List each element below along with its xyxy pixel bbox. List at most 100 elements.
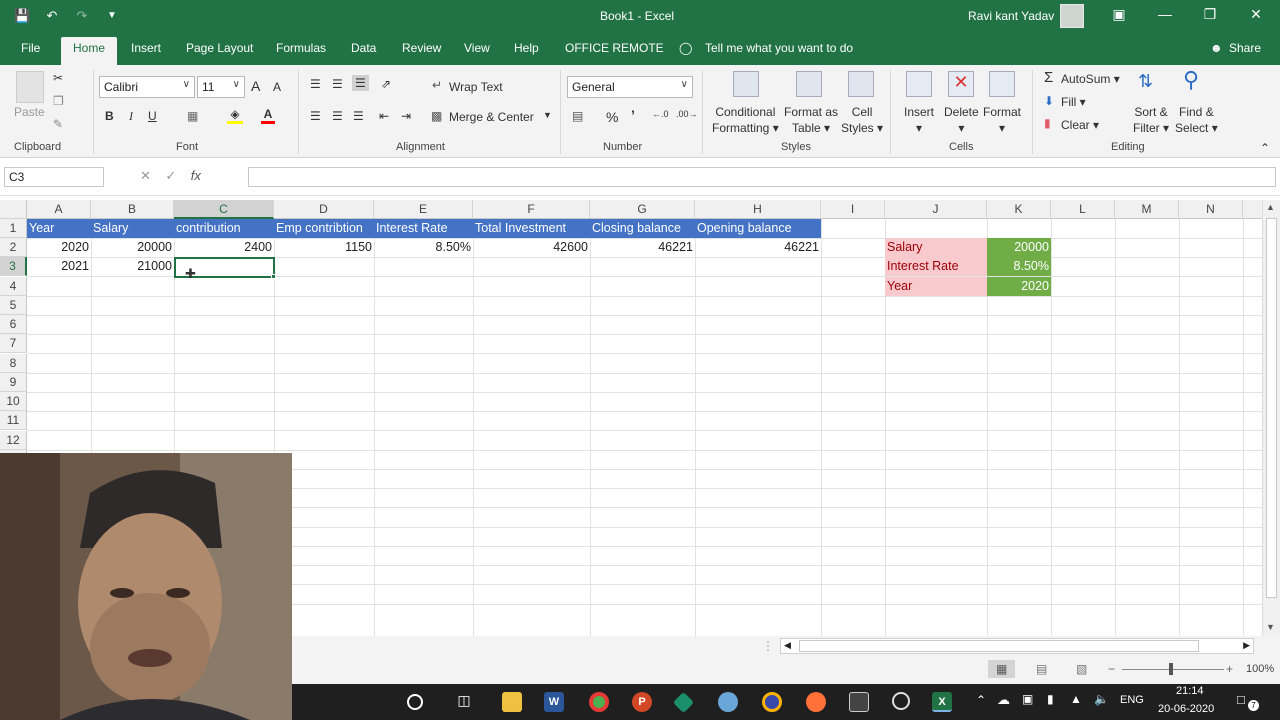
tab-help[interactable]: Help [514, 41, 539, 55]
network-icon[interactable]: ▣ [1022, 692, 1033, 706]
number-format-select[interactable]: General ∨ [567, 76, 693, 98]
row-header[interactable]: 10 [0, 392, 27, 411]
clock-time[interactable]: 21:14 [1176, 685, 1204, 697]
bottom-align-icon[interactable]: ☰ [352, 75, 369, 91]
decrease-decimal-icon[interactable]: .00→ [676, 109, 698, 119]
fill-handle[interactable] [271, 274, 276, 279]
share-button[interactable]: Share [1229, 41, 1261, 55]
increase-indent-icon[interactable]: ⇥ [401, 109, 411, 123]
avatar[interactable] [1060, 4, 1084, 28]
customize-qat-icon[interactable]: ▼ [104, 8, 120, 24]
cell-f1[interactable]: Total Investment [473, 219, 590, 238]
row-header[interactable]: 2 [0, 238, 27, 257]
cell-h1[interactable]: Opening balance [695, 219, 821, 238]
page-layout-view-icon[interactable]: ▤ [1036, 662, 1047, 676]
right-align-icon[interactable]: ☰ [353, 109, 364, 123]
undo-icon[interactable]: ↶ [44, 8, 60, 24]
cell-j4[interactable]: Year [885, 277, 987, 296]
cut-icon[interactable]: ✂ [53, 71, 63, 85]
app-icon[interactable] [672, 691, 695, 714]
hscroll-thumb[interactable] [799, 640, 1199, 652]
user-name[interactable]: Ravi kant Yadav [968, 9, 1054, 23]
name-box[interactable]: C3 [4, 167, 104, 187]
cell-j3[interactable]: Interest Rate [885, 257, 987, 276]
cell-g2[interactable]: 46221 [590, 238, 695, 257]
enter-icon[interactable]: ✓ [165, 168, 176, 183]
row-header[interactable]: 3 [0, 257, 27, 276]
decrease-indent-icon[interactable]: ⇤ [379, 109, 389, 123]
save-icon[interactable]: 💾 [14, 8, 30, 24]
middle-align-icon[interactable]: ☰ [332, 77, 343, 91]
wrap-text-button[interactable]: Wrap Text [449, 80, 503, 94]
row-header[interactable]: 7 [0, 334, 27, 353]
select-all-corner[interactable] [0, 200, 27, 219]
top-align-icon[interactable]: ☰ [310, 77, 321, 91]
column-header[interactable]: H [695, 200, 821, 219]
excel-icon[interactable]: X [932, 692, 952, 712]
paint-icon[interactable] [718, 692, 738, 712]
cloud-icon[interactable]: ☁ [997, 692, 1010, 708]
normal-view-icon[interactable]: ▦ [988, 660, 1016, 678]
ribbon-display-icon[interactable]: ▣ [1109, 6, 1129, 23]
cell-styles-button[interactable]: Cell Styles ▾ [841, 104, 883, 136]
zoom-level[interactable]: 100% [1246, 663, 1274, 675]
scroll-right-icon[interactable]: ▶ [1243, 640, 1250, 651]
paste-icon[interactable] [16, 71, 44, 103]
horizontal-scrollbar[interactable]: ◀ ▶ [780, 638, 1254, 654]
app-icon[interactable] [762, 692, 782, 712]
increase-font-icon[interactable]: A [251, 78, 260, 94]
scroll-down-icon[interactable]: ▼ [1266, 622, 1275, 632]
percent-style-button[interactable]: % [606, 109, 618, 125]
italic-button[interactable]: I [129, 109, 133, 124]
column-header[interactable]: D [274, 200, 374, 219]
borders-icon[interactable]: ▦ [187, 109, 198, 123]
notification-icon[interactable]: □ [1237, 692, 1245, 707]
format-painter-icon[interactable]: ✎ [53, 117, 63, 131]
autosum-button[interactable]: AutoSum ▾ [1061, 72, 1120, 86]
bold-button[interactable]: B [105, 109, 114, 123]
column-header[interactable]: M [1115, 200, 1179, 219]
scroll-up-icon[interactable]: ▲ [1266, 202, 1275, 212]
row-header[interactable]: 5 [0, 296, 27, 315]
cell-d1[interactable]: Emp contribtion [274, 219, 374, 238]
battery-icon[interactable]: ▮ [1047, 692, 1054, 706]
tab-data[interactable]: Data [351, 41, 376, 55]
column-header[interactable]: N [1179, 200, 1243, 219]
sort-filter-button[interactable]: Sort & Filter ▾ [1133, 104, 1169, 136]
tell-me-search[interactable]: Tell me what you want to do [705, 41, 853, 55]
insert-function-icon[interactable]: fx [191, 168, 201, 183]
row-header[interactable]: 11 [0, 411, 27, 430]
cell-b2[interactable]: 20000 [91, 238, 174, 257]
column-header[interactable]: L [1051, 200, 1115, 219]
row-header[interactable]: 4 [0, 277, 27, 296]
row-header[interactable]: 12 [0, 431, 27, 450]
scroll-thumb[interactable] [1266, 218, 1277, 598]
row-header[interactable]: 8 [0, 354, 27, 373]
column-header[interactable]: B [91, 200, 174, 219]
tab-page-layout[interactable]: Page Layout [186, 41, 253, 55]
orientation-icon[interactable]: ⇗ [381, 77, 391, 91]
clock-date[interactable]: 20-06-2020 [1158, 703, 1214, 715]
row-header[interactable]: 6 [0, 315, 27, 334]
fill-color-icon[interactable]: ◈ [227, 107, 243, 124]
cell-b3[interactable]: 21000 [91, 257, 174, 276]
cell-e1[interactable]: Interest Rate [374, 219, 473, 238]
clear-button[interactable]: Clear ▾ [1061, 118, 1099, 132]
firefox-icon[interactable] [806, 692, 826, 712]
cell-c2[interactable]: 2400 [174, 238, 274, 257]
left-align-icon[interactable]: ☰ [310, 109, 321, 123]
font-name-select[interactable]: Calibri ∨ [99, 76, 195, 98]
column-header[interactable]: J [885, 200, 987, 219]
formula-input[interactable] [248, 167, 1276, 187]
cell-k3[interactable]: 8.50% [987, 257, 1051, 276]
chrome-icon[interactable] [589, 692, 609, 712]
tab-view[interactable]: View [464, 41, 490, 55]
column-header[interactable]: F [473, 200, 590, 219]
column-header[interactable]: C [174, 200, 274, 219]
volume-icon[interactable]: 🔈 [1094, 692, 1109, 706]
insert-cells-button[interactable]: Insert ▾ [904, 104, 934, 136]
tab-office-remote[interactable]: OFFICE REMOTE [565, 41, 664, 55]
redo-icon[interactable]: ↷ [74, 8, 90, 24]
conditional-formatting-button[interactable]: Conditional Formatting ▾ [712, 104, 779, 136]
format-cells-button[interactable]: Format ▾ [983, 104, 1021, 136]
